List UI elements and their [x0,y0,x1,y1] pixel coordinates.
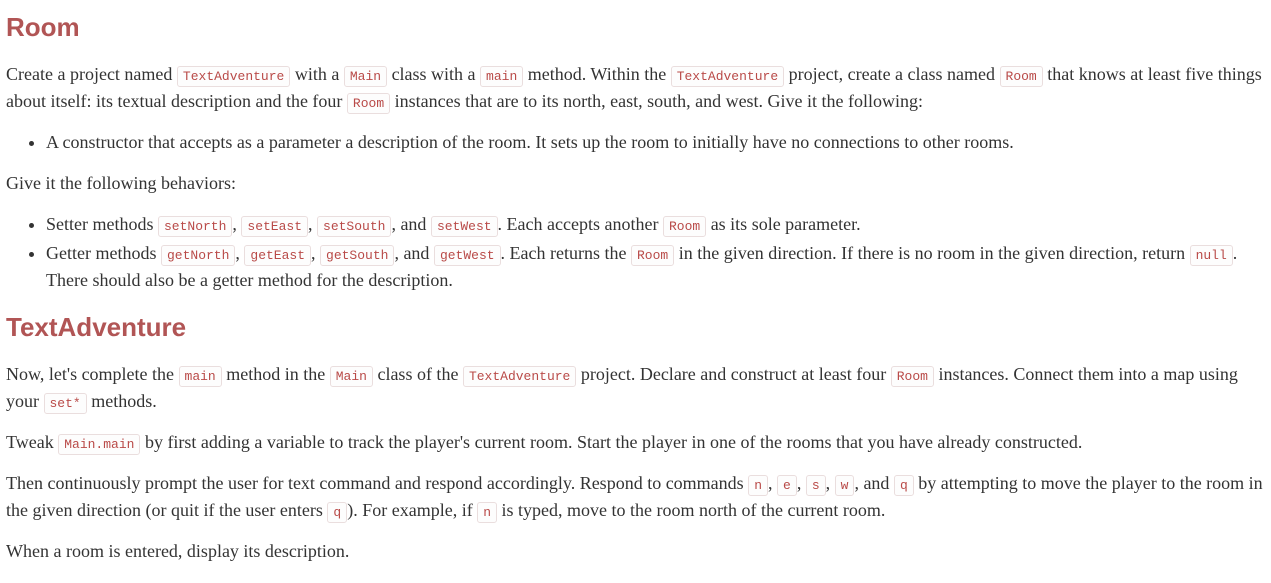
text: . Each returns the [501,243,631,263]
code-inline: getEast [244,245,311,266]
text: class with a [387,64,480,84]
text: . Each accepts another [498,214,663,234]
code-inline: q [894,475,914,496]
code-inline: Room [347,93,390,114]
code-inline: TextAdventure [463,366,576,387]
heading-textadventure: TextAdventure [6,308,1265,347]
text: Then continuously prompt the user for te… [6,473,748,493]
text: Create a project named [6,64,177,84]
text: methods. [87,391,157,411]
textadventure-p3: Then continuously prompt the user for te… [6,470,1265,524]
text: Getter methods [46,243,161,263]
room-p1: Create a project named TextAdventure wit… [6,61,1265,115]
code-inline: setEast [241,216,308,237]
code-inline: getWest [434,245,501,266]
text: , [308,214,317,234]
code-inline: main [480,66,523,87]
code-inline: Main.main [58,434,140,455]
code-inline: setWest [431,216,498,237]
code-inline: set* [44,393,87,414]
code-inline: TextAdventure [671,66,784,87]
text: Now, let's complete the [6,364,179,384]
text: project. Declare and construct at least … [576,364,890,384]
code-inline: getSouth [320,245,394,266]
code-inline: setNorth [158,216,232,237]
code-inline: e [777,475,797,496]
textadventure-p2: Tweak Main.main by first adding a variab… [6,429,1265,456]
text: Tweak [6,432,58,452]
text: in the given direction. If there is no r… [674,243,1189,263]
code-inline: Room [631,245,674,266]
list-item: Getter methods getNorth, getEast, getSou… [46,240,1265,294]
code-inline: Room [1000,66,1043,87]
room-p2: Give it the following behaviors: [6,170,1265,197]
text: project, create a class named [784,64,999,84]
code-inline: null [1190,245,1233,266]
text: method in the [222,364,330,384]
text: , [311,243,320,263]
code-inline: Room [663,216,706,237]
textadventure-p1: Now, let's complete the main method in t… [6,361,1265,415]
code-inline: q [327,502,347,523]
code-inline: n [477,502,497,523]
code-inline: TextAdventure [177,66,290,87]
text: as its sole parameter. [706,214,860,234]
text: method. Within the [523,64,670,84]
text: , and [391,214,431,234]
list-item: A constructor that accepts as a paramete… [46,129,1265,156]
code-inline: s [806,475,826,496]
text: instances that are to its north, east, s… [390,91,923,111]
textadventure-p4: When a room is entered, display its desc… [6,538,1265,565]
room-list1: A constructor that accepts as a paramete… [6,129,1265,156]
text: class of the [373,364,463,384]
code-inline: main [179,366,222,387]
code-inline: Room [891,366,934,387]
room-list2: Setter methods setNorth, setEast, setSou… [6,211,1265,294]
code-inline: getNorth [161,245,235,266]
list-item: Setter methods setNorth, setEast, setSou… [46,211,1265,238]
text: ). For example, if [347,500,477,520]
text: , [797,473,806,493]
text: , and [854,473,894,493]
text: with a [290,64,344,84]
code-inline: Main [330,366,373,387]
text: Setter methods [46,214,158,234]
text: by first adding a variable to track the … [140,432,1082,452]
text: , [768,473,777,493]
text: is typed, move to the room north of the … [497,500,885,520]
heading-room: Room [6,8,1265,47]
text: , and [394,243,434,263]
code-inline: w [835,475,855,496]
text: , [826,473,835,493]
code-inline: n [748,475,768,496]
code-inline: Main [344,66,387,87]
code-inline: setSouth [317,216,391,237]
